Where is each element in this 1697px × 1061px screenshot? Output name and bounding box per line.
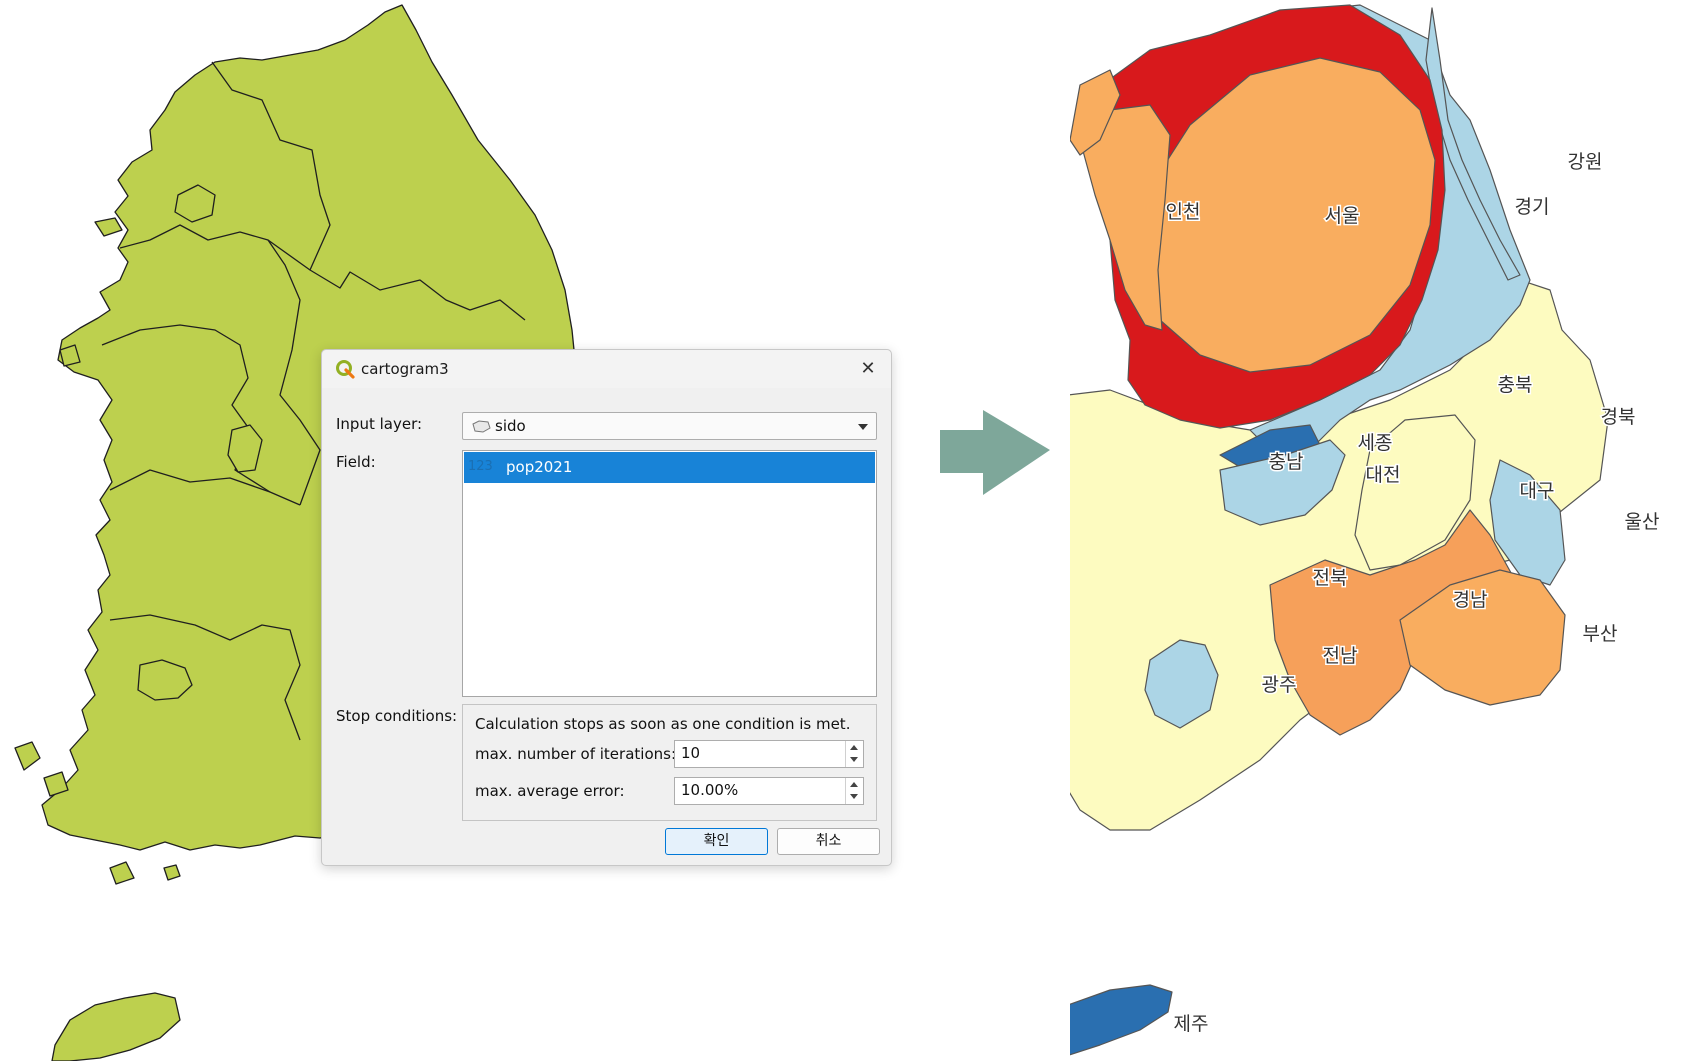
stop-conditions-note: Calculation stops as soon as one conditi… [475,715,851,733]
dialog-title: cartogram3 [361,360,449,378]
chevron-down-icon[interactable] [858,424,868,430]
stop-conditions-group: Calculation stops as soon as one conditi… [462,704,877,821]
ok-button[interactable]: 확인 [665,828,768,855]
label-gyeongbuk: 경북 [1601,406,1636,428]
list-item[interactable]: 123 pop2021 [464,452,875,483]
label-daegu: 대구 [1520,480,1555,502]
field-item-name: pop2021 [506,458,573,476]
island-6 [163,864,181,881]
polygon-layer-icon [472,420,491,433]
spin-up-icon[interactable] [850,745,858,750]
spin-down-icon[interactable] [850,794,858,799]
max-error-stepper[interactable] [674,777,864,805]
label-gyeongnam: 경남 [1453,589,1488,611]
label-gwangju: 광주 [1262,674,1297,696]
island-1 [94,217,123,237]
input-layer-label: Input layer: [336,415,423,433]
label-busan: 부산 [1583,623,1618,645]
max-iterations-spin-buttons[interactable] [845,741,863,767]
label-jeonbuk: 전북 [1313,567,1348,589]
cartogram3-dialog: cartogram3 ✕ Input layer: sido Field: 12… [321,349,892,866]
label-gyeonggi: 경기 [1515,196,1550,218]
field-list[interactable]: 123 pop2021 [462,450,877,697]
label-jeonnam: 전남 [1323,645,1358,667]
max-iterations-label: max. number of iterations: [475,745,676,763]
max-iterations-stepper[interactable] [674,740,864,768]
cartogram-map: 서울 경기 인천 강원 충북 경북 충남 세종 대전 대구 울산 전북 경남 부… [1070,4,1661,1056]
island-3 [14,741,41,771]
stop-conditions-label: Stop conditions: [336,707,458,725]
dialog-titlebar: cartogram3 ✕ [322,350,891,388]
label-sejong: 세종 [1358,432,1393,454]
max-error-spin-buttons[interactable] [845,778,863,804]
region-jeju [1070,984,1173,1056]
label-ulsan: 울산 [1625,511,1660,533]
spin-down-icon[interactable] [850,757,858,762]
input-layer-combo[interactable]: sido [462,412,877,440]
label-incheon: 인천 [1166,201,1201,223]
close-icon[interactable]: ✕ [855,356,881,382]
island-5 [109,861,135,885]
label-gangwon: 강원 [1568,151,1603,173]
right-arrow-icon [940,410,1050,495]
jeju-island [51,992,181,1061]
max-error-input[interactable] [681,781,831,799]
max-iterations-input[interactable] [681,744,831,762]
label-daejeon: 대전 [1366,464,1401,486]
field-label: Field: [336,453,376,471]
label-jeju: 제주 [1174,1013,1209,1035]
input-layer-value: sido [495,417,526,435]
qgis-logo-icon [336,360,355,379]
cancel-button[interactable]: 취소 [777,828,880,855]
numeric-type-icon: 123 [468,459,493,474]
label-chungbuk: 충북 [1498,374,1533,396]
spin-up-icon[interactable] [850,782,858,787]
label-seoul: 서울 [1325,205,1360,227]
label-chungnam: 충남 [1269,451,1304,473]
max-error-label: max. average error: [475,782,625,800]
